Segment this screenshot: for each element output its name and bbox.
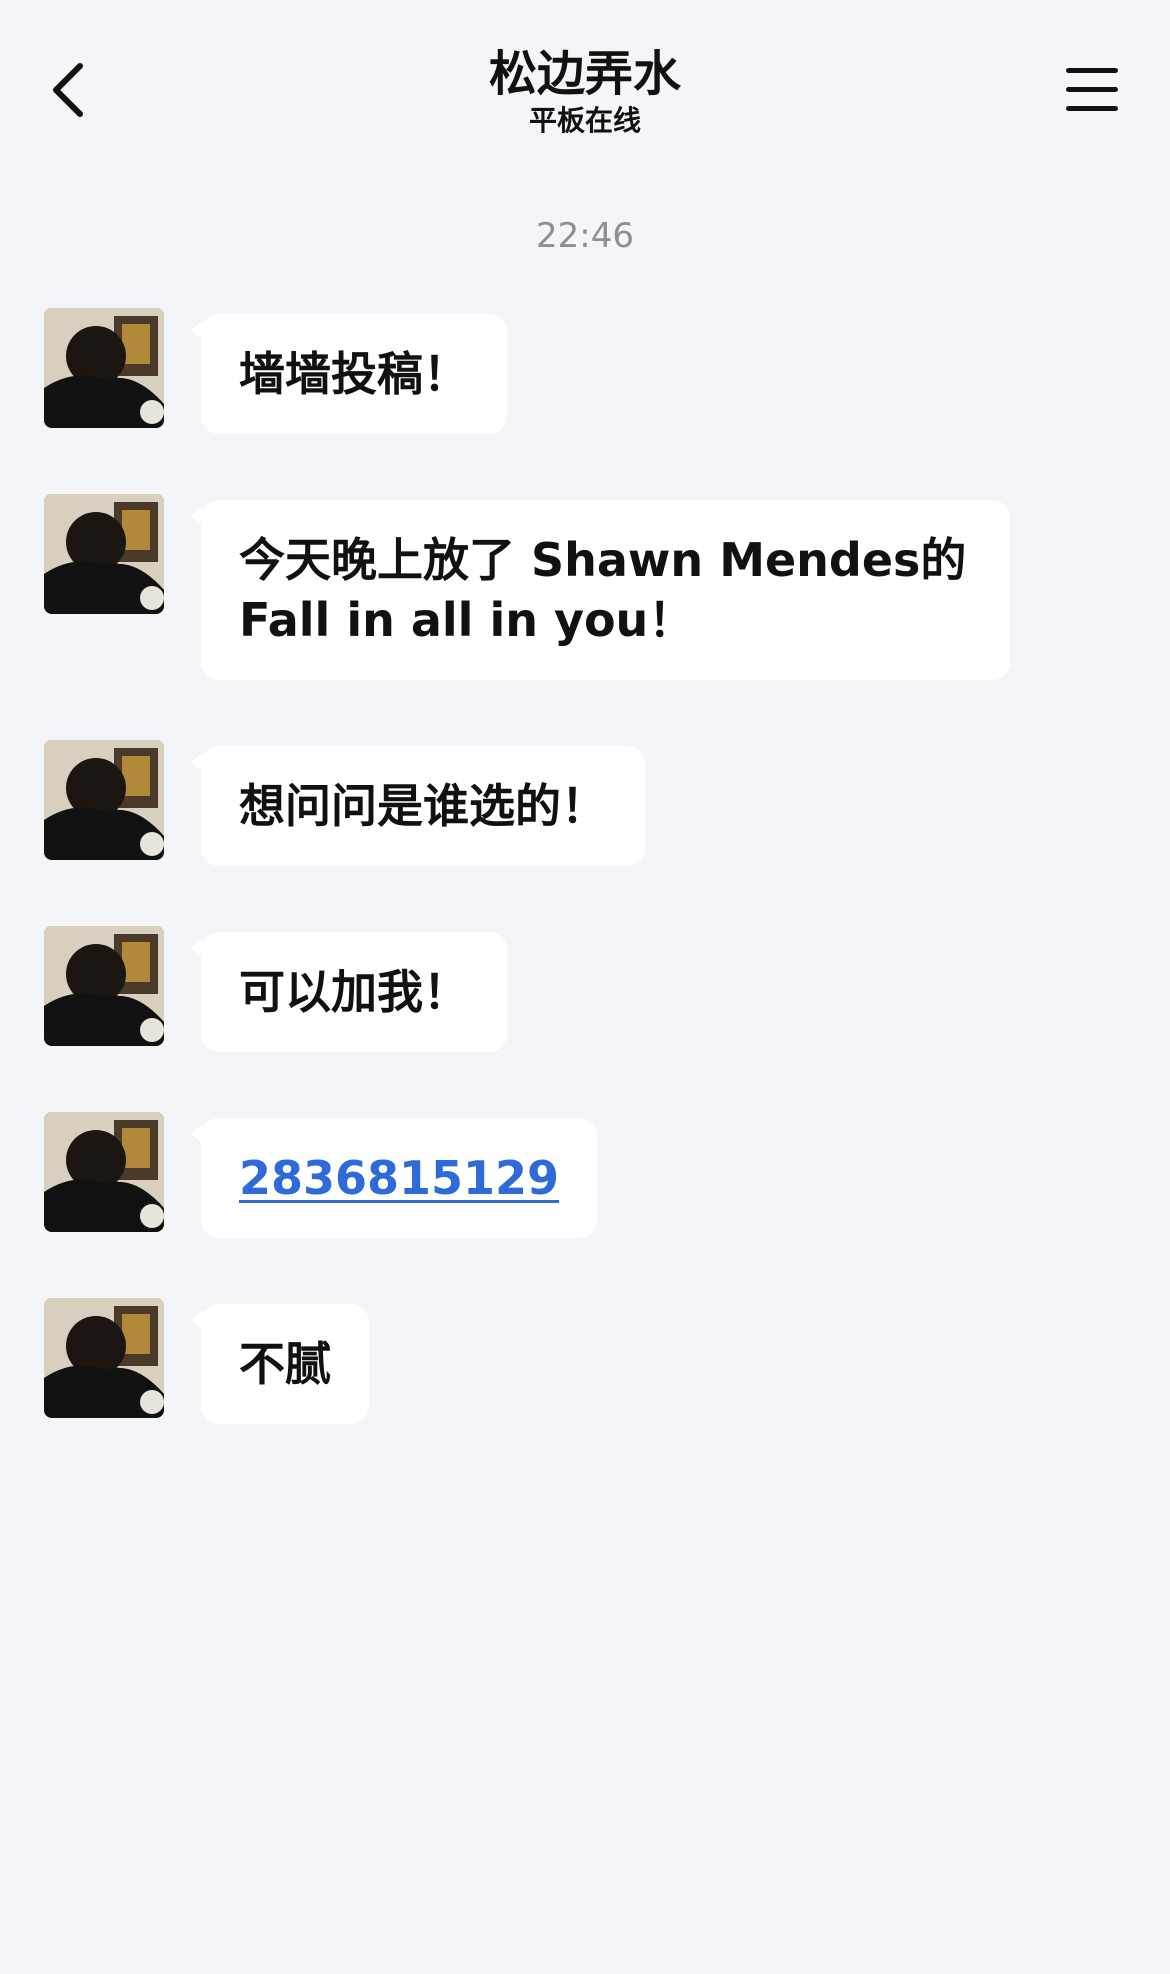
- contact-name: 松边弄水: [488, 46, 681, 102]
- chat-header: 松边弄水 平板在线: [0, 0, 1170, 170]
- message-bubble[interactable]: 可以加我！: [201, 932, 507, 1052]
- message-text-line-2: Fall in all in you！: [239, 593, 695, 647]
- message-text: 不腻: [239, 1337, 331, 1391]
- online-status: 平板在线: [528, 104, 641, 137]
- message-timestamp: 22:46: [536, 216, 634, 256]
- message-bubble[interactable]: 想问问是谁选的！: [201, 746, 645, 866]
- message-text-line-1: 今天晚上放了 Shawn Mendes的: [239, 533, 967, 587]
- avatar[interactable]: [44, 926, 164, 1046]
- message-bubble[interactable]: 2836815129: [201, 1118, 598, 1238]
- message-bubble[interactable]: 墙墙投稿！: [201, 314, 507, 434]
- message-text: 想问问是谁选的！: [239, 779, 607, 833]
- avatar[interactable]: [44, 494, 164, 614]
- avatar[interactable]: [44, 740, 164, 860]
- avatar[interactable]: [44, 308, 164, 428]
- phone-number-link[interactable]: 2836815129: [239, 1151, 559, 1205]
- message-bubble[interactable]: 不腻: [201, 1304, 369, 1424]
- hamburger-menu-icon: [1066, 68, 1118, 111]
- message-bubble[interactable]: 今天晚上放了 Shawn Mendes的 Fall in all in you！: [201, 500, 1010, 680]
- message-text: 墙墙投稿！: [239, 347, 469, 401]
- avatar[interactable]: [44, 1298, 164, 1418]
- menu-button[interactable]: [1064, 64, 1120, 116]
- message-text: 可以加我！: [239, 965, 469, 1019]
- avatar[interactable]: [44, 1112, 164, 1232]
